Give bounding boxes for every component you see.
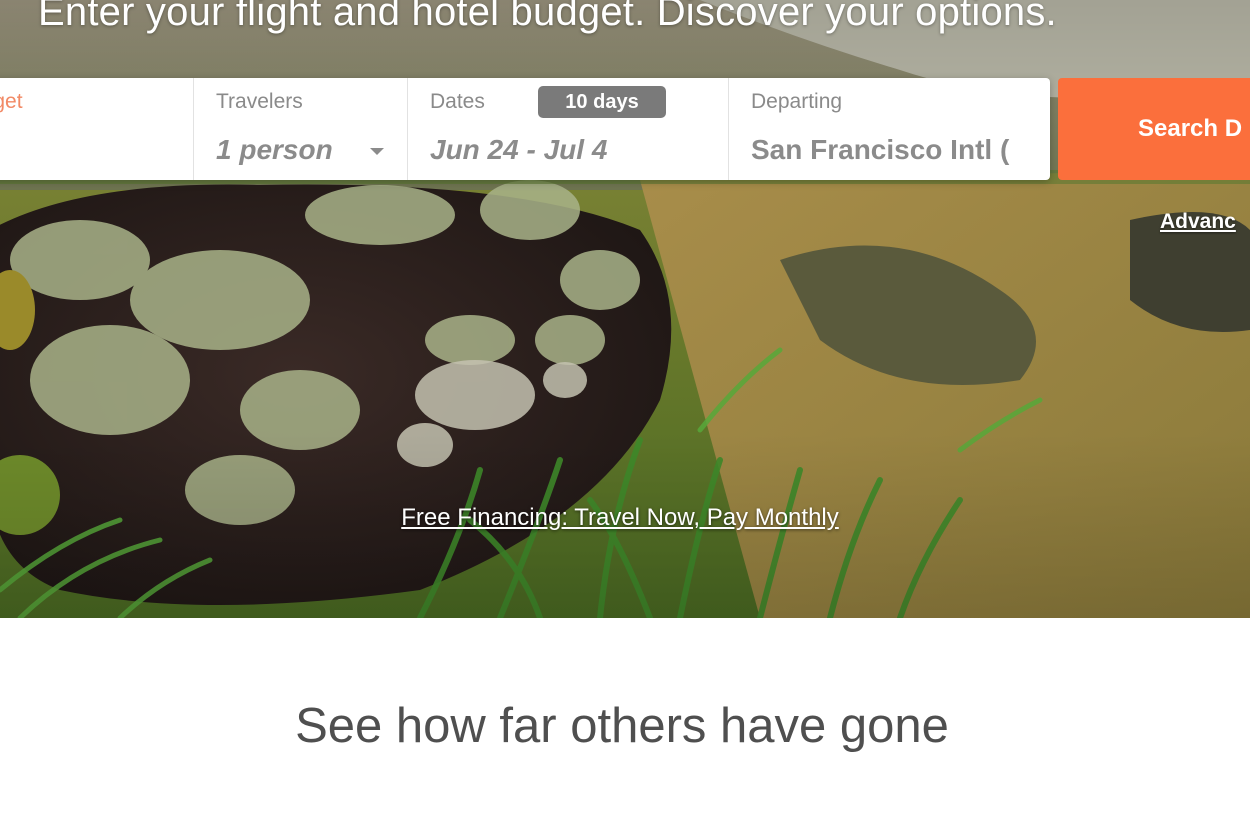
dates-value: Jun 24 - Jul 4: [430, 134, 608, 165]
dates-field[interactable]: Dates 10 days Jun 24 - Jul 4: [408, 78, 729, 180]
chevron-down-icon[interactable]: [370, 148, 384, 155]
budget-field[interactable]: udget: [0, 78, 194, 180]
free-financing-link[interactable]: Free Financing: Travel Now, Pay Monthly: [401, 504, 849, 531]
section-title: See how far others have gone: [295, 699, 949, 753]
travelers-label: Travelers: [216, 90, 303, 113]
free-financing-link-row: Free Financing: Travel Now, Pay Monthly: [0, 504, 1250, 532]
budget-label: udget: [0, 90, 23, 113]
advanced-search-link[interactable]: Advanc: [1160, 210, 1236, 234]
hero-headline: Enter your flight and hotel budget. Disc…: [38, 0, 1057, 34]
search-button[interactable]: Search D: [1058, 78, 1250, 180]
travelers-field[interactable]: Travelers 1 person: [194, 78, 408, 180]
hero-section: Enter your flight and hotel budget. Disc…: [0, 0, 1250, 618]
dates-label: Dates: [430, 90, 485, 113]
departing-label: Departing: [751, 90, 843, 113]
days-badge: 10 days: [538, 86, 666, 118]
departing-field[interactable]: Departing San Francisco Intl (: [729, 78, 1050, 180]
search-bar: udget Travelers 1 person Dates 10 days J…: [0, 78, 1050, 180]
departing-value: San Francisco Intl (: [751, 134, 1010, 165]
travelers-value: 1 person: [216, 134, 333, 165]
